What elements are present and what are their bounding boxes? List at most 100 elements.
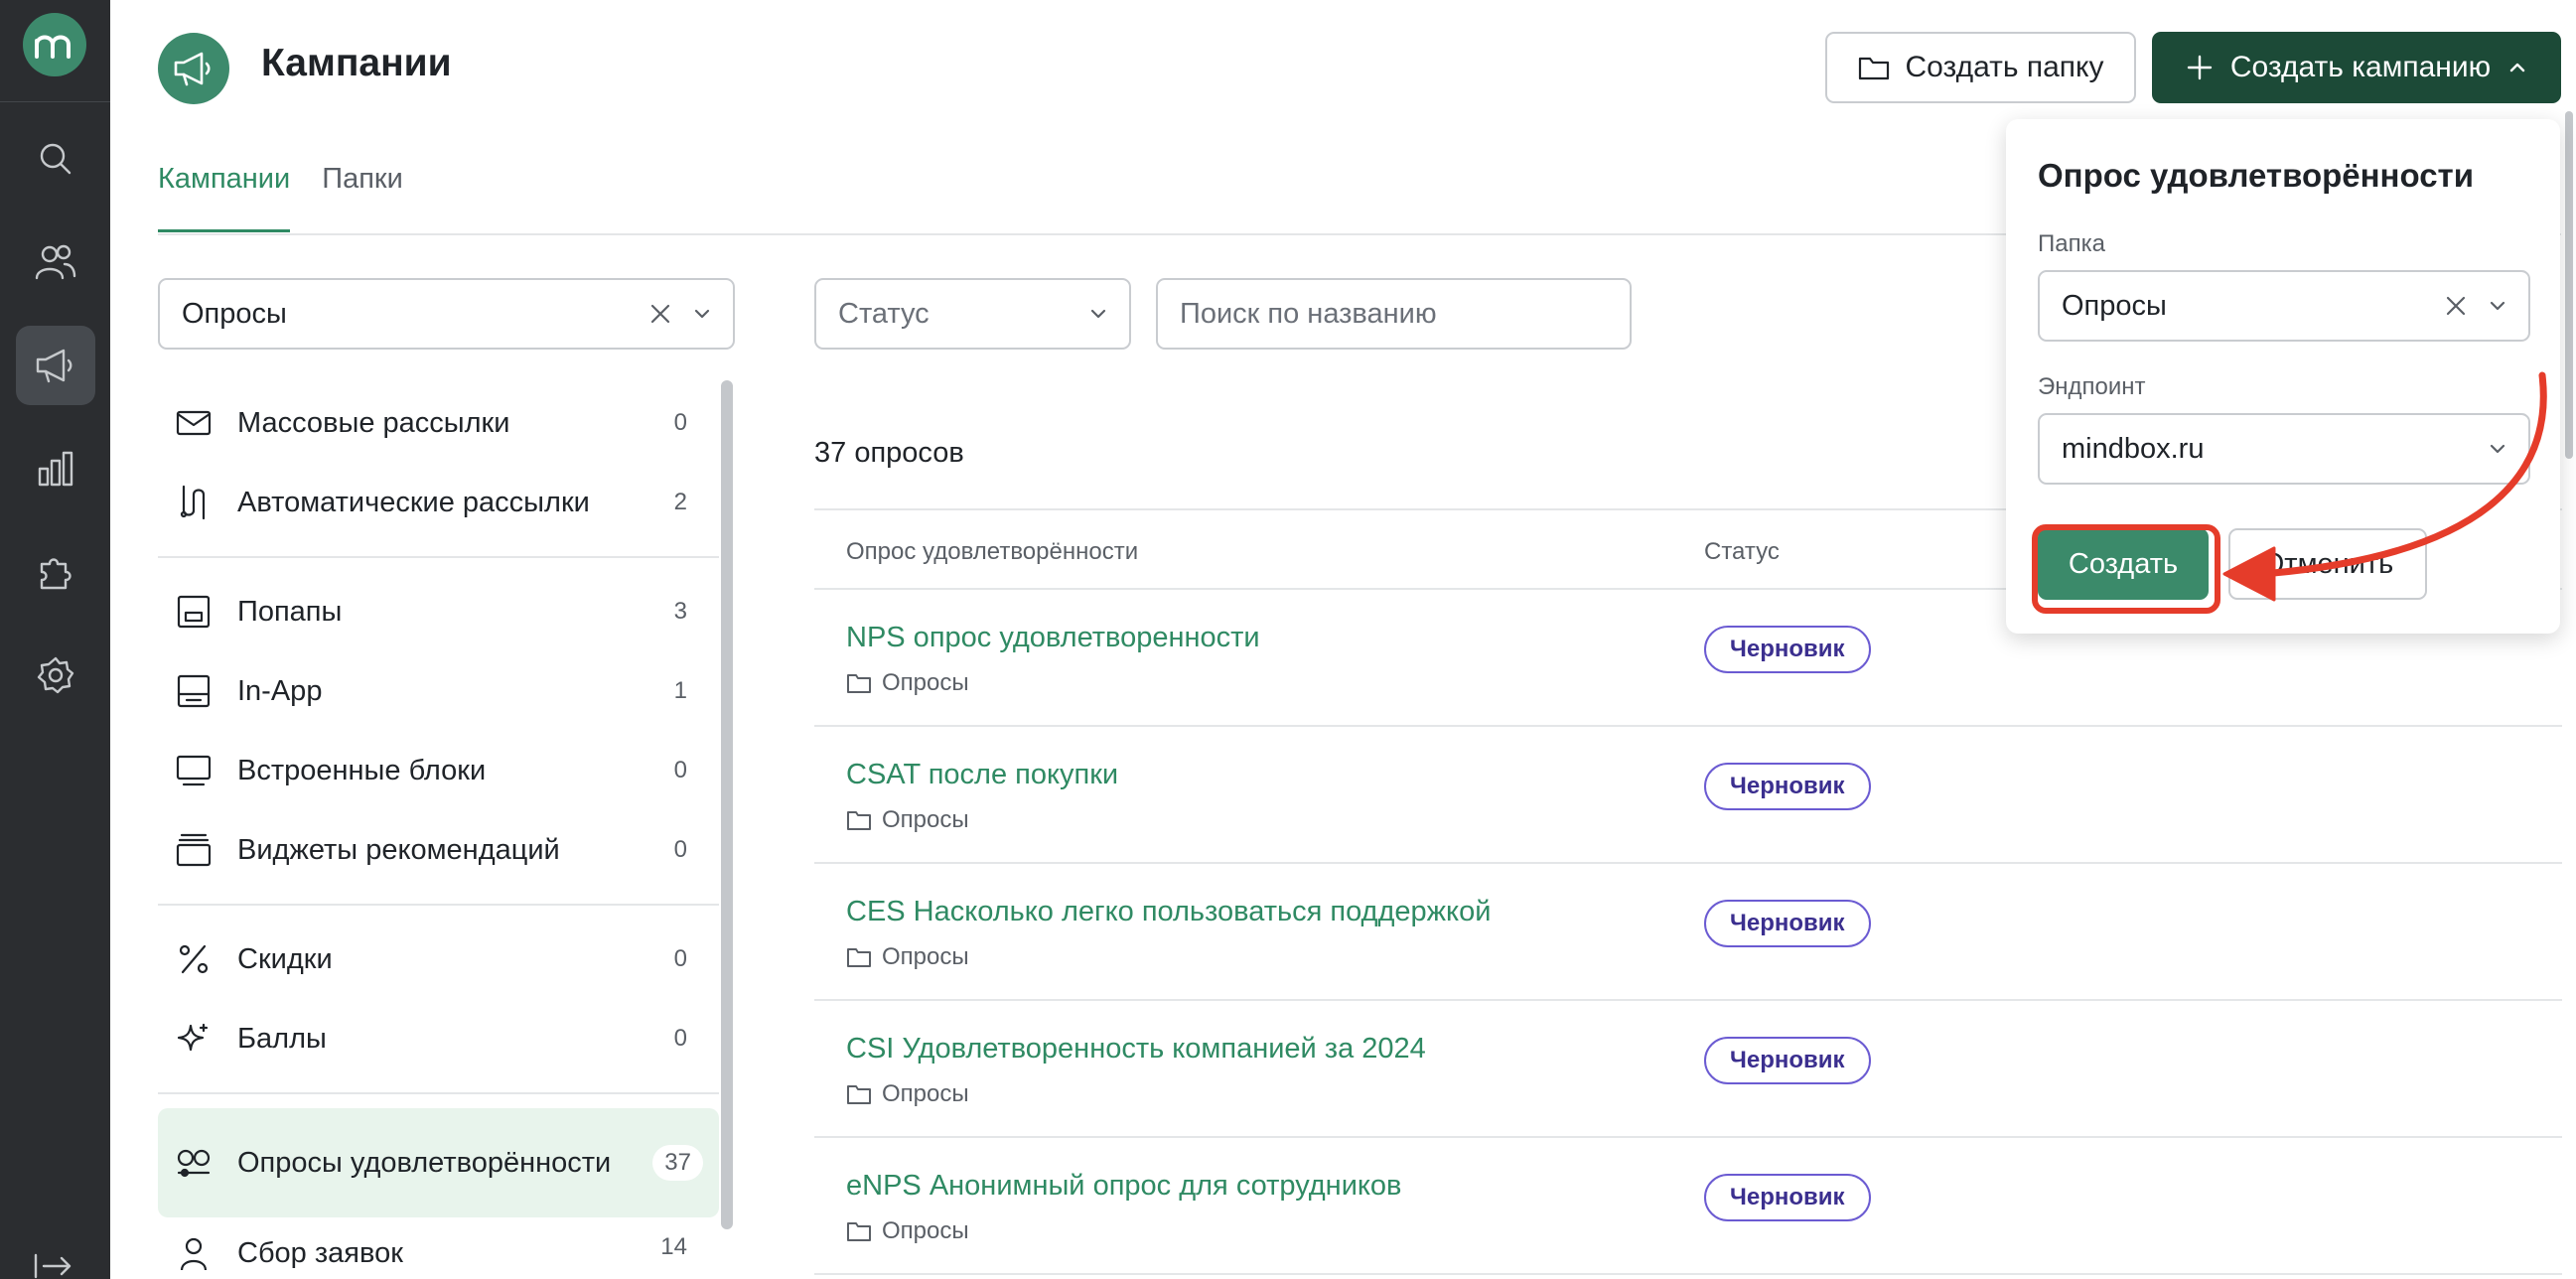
category-item-auto-mailings[interactable]: Автоматические рассылки 2 bbox=[158, 463, 719, 542]
category-label: Автоматические рассылки bbox=[237, 487, 590, 518]
row-folder-label: Опросы bbox=[882, 669, 969, 696]
category-divider bbox=[158, 1092, 719, 1094]
category-item-in-app[interactable]: In-App 1 bbox=[158, 651, 719, 731]
row-folder: Опросы bbox=[846, 806, 969, 834]
folder-filter-select[interactable]: Опросы bbox=[158, 278, 735, 350]
folder-icon bbox=[1858, 57, 1889, 80]
create-folder-label: Создать папку bbox=[1905, 51, 2104, 83]
category-label: Попапы bbox=[237, 596, 343, 628]
category-label: Виджеты рекомендаций bbox=[237, 834, 560, 866]
status-badge: Черновик bbox=[1704, 1037, 1871, 1084]
puzzle-icon bbox=[40, 558, 72, 590]
category-count: 14 bbox=[660, 1233, 687, 1260]
category-item-embedded-blocks[interactable]: Встроенные блоки 0 bbox=[158, 731, 719, 810]
category-count: 37 bbox=[652, 1145, 703, 1181]
category-item-popups[interactable]: Попапы 3 bbox=[158, 572, 719, 651]
create-folder-button[interactable]: Создать папку bbox=[1825, 32, 2136, 103]
category-label: Баллы bbox=[237, 1023, 327, 1055]
chevron-down-icon bbox=[2490, 444, 2505, 454]
table-row: CSI Удовлетворенность компанией за 2024 … bbox=[814, 1001, 2562, 1138]
plus-icon bbox=[2187, 55, 2213, 80]
status-badge: Черновик bbox=[1704, 900, 1871, 947]
app-root: Кампании Создать папку Создать кампанию … bbox=[0, 0, 2576, 1279]
category-label: Сбор заявок bbox=[237, 1237, 403, 1269]
page-icon bbox=[158, 33, 229, 104]
rail-search[interactable] bbox=[16, 119, 95, 199]
create-campaign-label: Создать кампанию bbox=[2229, 51, 2492, 83]
search-input[interactable] bbox=[1156, 278, 1632, 350]
logo[interactable] bbox=[23, 13, 86, 76]
rail-customers[interactable] bbox=[16, 222, 95, 302]
category-count: 0 bbox=[673, 409, 687, 436]
percent-icon bbox=[179, 944, 209, 974]
popover-title: Опрос удовлетворённости bbox=[2038, 157, 2475, 194]
folder-icon bbox=[847, 1222, 871, 1241]
rail-campaigns[interactable] bbox=[16, 326, 95, 405]
chevron-down-icon bbox=[2490, 301, 2505, 311]
endpoint-select[interactable]: mindbox.ru bbox=[2038, 413, 2530, 485]
route-icon bbox=[180, 485, 206, 520]
campaign-link[interactable]: CSAT после покупки bbox=[846, 759, 1118, 791]
category-label: In-App bbox=[237, 675, 323, 707]
widget-icon bbox=[176, 833, 212, 867]
category-count: 2 bbox=[673, 489, 687, 515]
campaign-link[interactable]: NPS опрос удовлетворенности bbox=[846, 622, 1260, 654]
category-label: Скидки bbox=[237, 943, 333, 975]
campaign-link[interactable]: CES Насколько легко пользоваться поддерж… bbox=[846, 896, 1491, 928]
collapse-button[interactable] bbox=[34, 1253, 73, 1279]
table-row: CES Насколько легко пользоваться поддерж… bbox=[814, 864, 2562, 1001]
clear-icon[interactable] bbox=[2445, 295, 2467, 317]
person-icon bbox=[180, 1237, 208, 1270]
chart-icon bbox=[38, 451, 73, 487]
chevron-down-icon bbox=[1090, 309, 1106, 319]
left-rail bbox=[0, 0, 110, 1279]
collapse-icon bbox=[34, 1253, 72, 1279]
category-divider bbox=[158, 556, 719, 558]
row-folder: Опросы bbox=[846, 943, 969, 971]
sparkle-icon bbox=[177, 1023, 209, 1052]
highlight-box bbox=[2032, 524, 2220, 614]
tab-campaigns[interactable]: Кампании bbox=[158, 163, 291, 232]
clear-icon[interactable] bbox=[649, 303, 671, 325]
gear-icon bbox=[37, 656, 74, 694]
category-count: 3 bbox=[673, 598, 687, 625]
category-item-lead-collection[interactable]: Сбор заявок 14 bbox=[158, 1217, 719, 1277]
category-item-recommendation-widgets[interactable]: Виджеты рекомендаций 0 bbox=[158, 810, 719, 890]
folder-select-value: Опросы bbox=[2062, 289, 2167, 322]
create-campaign-button[interactable]: Создать кампанию bbox=[2152, 32, 2561, 103]
category-count: 0 bbox=[673, 757, 687, 783]
row-folder-label: Опросы bbox=[882, 1080, 969, 1107]
page-scrollbar[interactable] bbox=[2565, 111, 2573, 459]
chevron-up-icon bbox=[2509, 63, 2525, 72]
rail-settings[interactable] bbox=[16, 636, 95, 715]
megaphone-icon bbox=[36, 349, 72, 383]
folder-filter-value: Опросы bbox=[182, 297, 287, 330]
category-item-mass-mailings[interactable]: Массовые рассылки 0 bbox=[158, 383, 719, 463]
category-count: 0 bbox=[673, 945, 687, 972]
cancel-button[interactable]: Отменить bbox=[2228, 528, 2427, 600]
category-item-satisfaction-surveys[interactable]: Опросы удовлетворённости 37 bbox=[158, 1108, 719, 1217]
rail-integrations[interactable] bbox=[16, 532, 95, 612]
megaphone-icon bbox=[174, 52, 211, 86]
category-count: 0 bbox=[673, 1025, 687, 1052]
folder-icon bbox=[847, 948, 871, 967]
campaign-link[interactable]: CSI Удовлетворенность компанией за 2024 bbox=[846, 1033, 1426, 1066]
category-count: 0 bbox=[673, 836, 687, 863]
category-item-points[interactable]: Баллы 0 bbox=[158, 999, 719, 1078]
status-badge: Черновик bbox=[1704, 626, 1871, 673]
row-folder-label: Опросы bbox=[882, 806, 969, 833]
tab-folders[interactable]: Папки bbox=[322, 163, 403, 232]
users-icon bbox=[35, 244, 76, 280]
campaign-link[interactable]: eNPS Анонимный опрос для сотрудников bbox=[846, 1170, 1401, 1203]
mail-icon bbox=[176, 410, 212, 436]
status-filter-placeholder: Статус bbox=[838, 297, 930, 330]
column-header-status[interactable]: Статус bbox=[1704, 538, 1780, 566]
monitor-icon bbox=[176, 755, 212, 786]
page-title: Кампании bbox=[261, 42, 452, 84]
status-filter-select[interactable]: Статус bbox=[814, 278, 1131, 350]
rail-analytics[interactable] bbox=[16, 429, 95, 508]
category-list-scrollbar[interactable] bbox=[721, 380, 733, 1229]
category-item-discounts[interactable]: Скидки 0 bbox=[158, 920, 719, 999]
folder-select[interactable]: Опросы bbox=[2038, 270, 2530, 342]
column-header-name[interactable]: Опрос удовлетворённости bbox=[846, 538, 1138, 566]
